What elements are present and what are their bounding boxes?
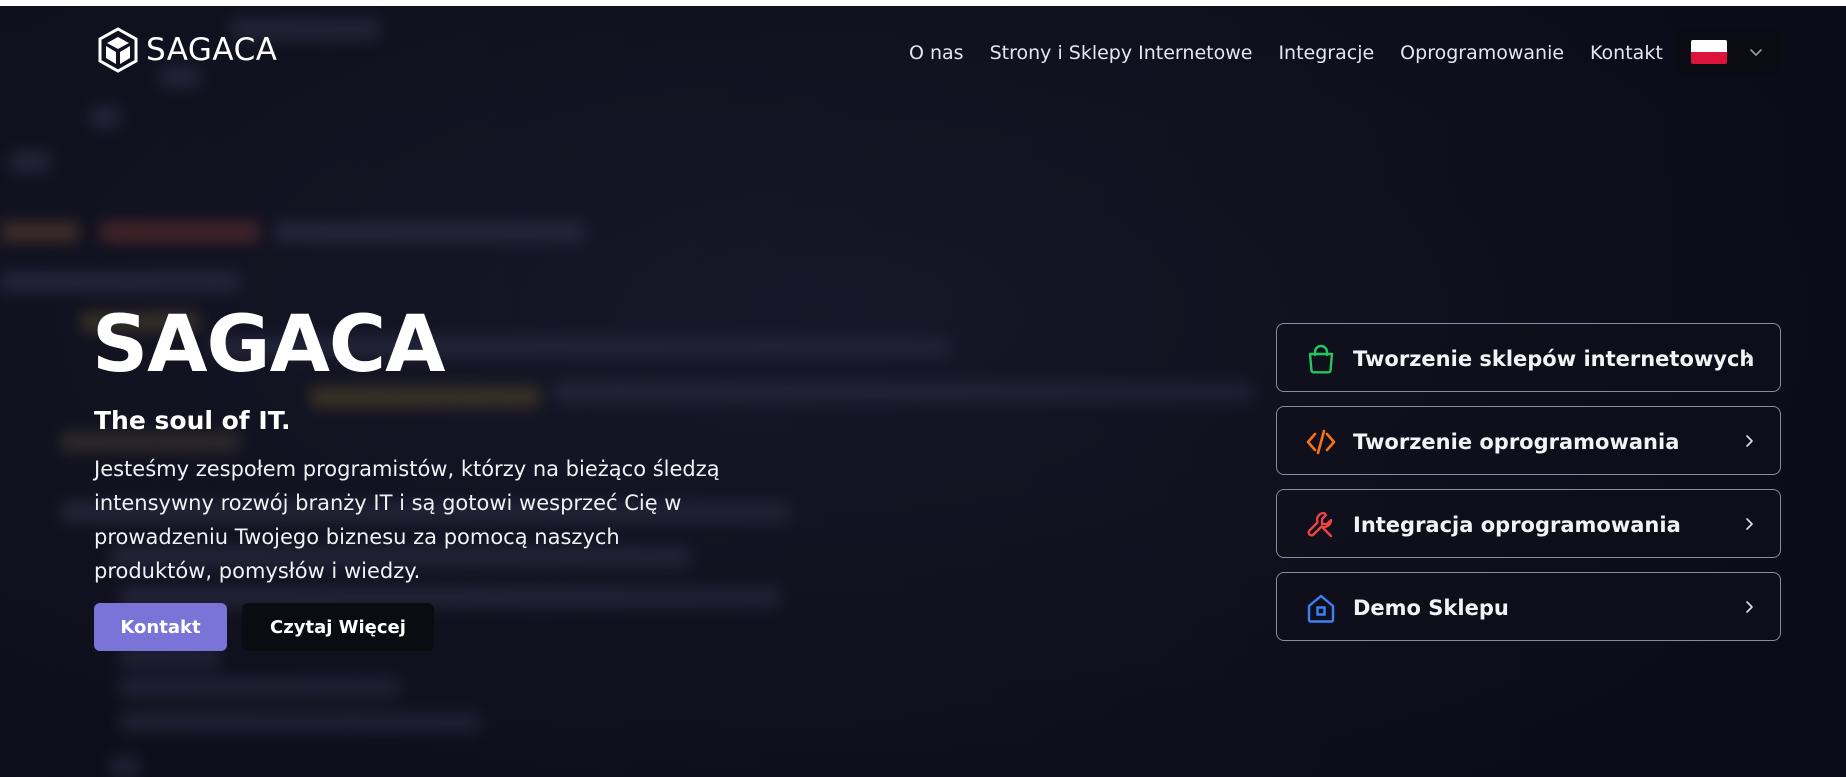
nav-item-o-nas[interactable]: O nas xyxy=(909,42,964,64)
wrench-icon xyxy=(1307,511,1333,538)
shopping-bag-icon xyxy=(1308,344,1334,374)
hero-section: SAGACA O nas Strony i Sklepy Internetowe… xyxy=(0,6,1846,777)
service-card-label: Tworzenie oprogramowania xyxy=(1353,429,1680,454)
service-card-online-stores[interactable]: Tworzenie sklepów internetowych xyxy=(1276,323,1781,392)
chevron-down-icon xyxy=(1750,49,1762,56)
service-card-label: Tworzenie sklepów internetowych xyxy=(1353,346,1755,371)
language-selector[interactable] xyxy=(1676,29,1781,75)
hero-description: Jesteśmy zespołem programistów, którzy n… xyxy=(94,457,720,583)
hero-title: SAGACA xyxy=(92,300,446,390)
service-card-label: Demo Sklepu xyxy=(1353,595,1509,620)
code-icon xyxy=(1306,429,1336,455)
nav-item-oprogramowanie[interactable]: Oprogramowanie xyxy=(1400,42,1564,64)
service-card-software-integration[interactable]: Integracja oprogramowania xyxy=(1276,489,1781,558)
chevron-right-icon xyxy=(1746,518,1753,530)
nav-item-kontakt[interactable]: Kontakt xyxy=(1590,42,1663,64)
service-card-software-development[interactable]: Tworzenie oprogramowania xyxy=(1276,406,1781,475)
chevron-right-icon xyxy=(1746,601,1753,613)
hero-subtitle: The soul of IT. xyxy=(94,406,291,435)
cube-logo-icon xyxy=(98,27,138,73)
site-logo[interactable]: SAGACA xyxy=(96,26,277,74)
read-more-button[interactable]: Czytaj Więcej xyxy=(242,603,434,651)
service-card-label: Integracja oprogramowania xyxy=(1353,512,1681,537)
service-card-demo-shop[interactable]: Demo Sklepu xyxy=(1276,572,1781,641)
nav-item-strony-i-sklepy[interactable]: Strony i Sklepy Internetowe xyxy=(990,42,1253,64)
poland-flag-icon xyxy=(1691,40,1727,64)
logo-text: SAGACA xyxy=(146,32,278,68)
chevron-right-icon xyxy=(1746,352,1753,364)
contact-button[interactable]: Kontakt xyxy=(94,603,227,651)
nav-item-integracje[interactable]: Integracje xyxy=(1278,42,1374,64)
main-nav: O nas Strony i Sklepy Internetowe Integr… xyxy=(909,42,1663,64)
chevron-right-icon xyxy=(1746,435,1753,447)
house-icon xyxy=(1307,594,1335,623)
